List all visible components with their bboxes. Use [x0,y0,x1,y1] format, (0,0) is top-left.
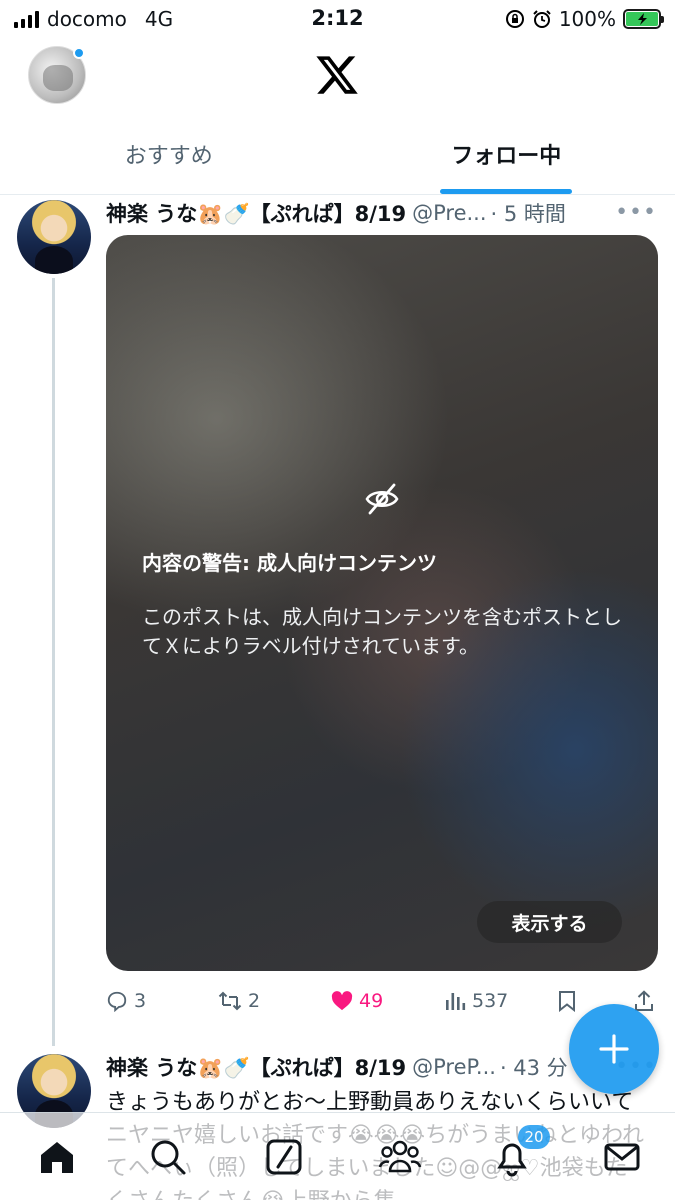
repost-count: 2 [248,990,261,1012]
heart-filled-icon [331,991,353,1011]
tab-for-you[interactable]: おすすめ [0,113,338,194]
post-time: · 5 時間 [490,202,566,226]
notification-dot [73,47,85,59]
repost-icon [218,991,242,1011]
mail-icon [604,1143,640,1171]
battery-icon [623,9,664,29]
tab-following[interactable]: フォロー中 [338,113,675,194]
bookmark-button[interactable] [558,990,576,1012]
reply-icon [107,991,127,1012]
author-handle[interactable]: @PreP... [412,1055,496,1079]
nav-grok[interactable] [262,1135,306,1179]
post[interactable]: 神楽 うな🐹🍼【ぷれぱ】8/19 @Pre... · 5 時間 ••• 内容の警… [0,196,675,1046]
show-content-button[interactable]: 表示する [477,901,622,943]
more-options-icon[interactable]: ••• [615,200,657,225]
status-right: 100% [505,7,664,31]
compose-post-button[interactable] [569,1004,659,1094]
nav-home[interactable] [35,1135,79,1179]
content-warning-body: このポストは、成人向けコンテンツを含むポストとしてＸによりラベル付けされています… [142,605,622,658]
author-name[interactable]: 神楽 うな🐹🍼【ぷれぱ】8/19 [106,1052,406,1082]
like-count: 49 [359,990,384,1012]
active-tab-indicator [440,189,573,194]
views-button[interactable]: 537 [444,990,508,1012]
share-button[interactable] [634,990,654,1012]
tab-label: おすすめ [124,143,213,169]
post-time: · 43 分 [499,1056,568,1080]
bottom-navigation: 20 [0,1112,675,1200]
timeline-tabs: おすすめ フォロー中 [0,113,675,195]
author-avatar[interactable] [17,200,91,274]
alarm-icon [533,10,551,28]
status-bar: docomo 4G 2:12 100% [0,0,675,38]
view-count: 537 [472,990,509,1012]
home-icon [41,1142,73,1173]
communities-icon [378,1140,422,1173]
status-left: docomo 4G [14,7,173,31]
reply-count: 3 [134,990,147,1012]
content-warning-title: 内容の警告: 成人向けコンテンツ [142,551,437,575]
sensitive-media: 内容の警告: 成人向けコンテンツ このポストは、成人向けコンテンツを含むポストと… [106,235,658,971]
grok-icon [266,1139,302,1175]
reply-button[interactable]: 3 [106,990,146,1012]
author-name[interactable]: 神楽 うな🐹🍼【ぷれぱ】8/19 [106,198,406,228]
nav-notifications[interactable]: 20 [490,1125,550,1179]
notifications-badge: 20 [518,1125,550,1149]
post-actions: 3 2 49 537 [106,986,658,1016]
top-header [0,38,675,113]
thread-line [52,278,55,1046]
post-header: 神楽 うな🐹🍼【ぷれぱ】8/19 @Pre... · 5 時間 [106,196,661,230]
bookmark-icon [559,991,575,1012]
carrier-name: docomo [47,7,127,31]
like-button[interactable]: 49 [331,990,383,1012]
author-handle[interactable]: @Pre... [412,201,486,225]
nav-communities[interactable] [378,1135,422,1179]
plus-icon [599,1034,629,1064]
signal-strength-icon [14,10,39,28]
search-icon [151,1140,186,1175]
nav-search[interactable] [146,1135,190,1179]
nav-messages[interactable] [600,1135,644,1179]
eye-slash-icon [365,483,399,515]
x-logo-icon[interactable] [313,52,361,98]
share-icon [635,990,653,1011]
orientation-lock-icon [505,10,524,28]
network-type: 4G [144,7,174,31]
tab-label: フォロー中 [451,143,562,169]
battery-percent: 100% [558,7,616,31]
views-chart-icon [446,993,466,1010]
repost-button[interactable]: 2 [218,990,260,1012]
